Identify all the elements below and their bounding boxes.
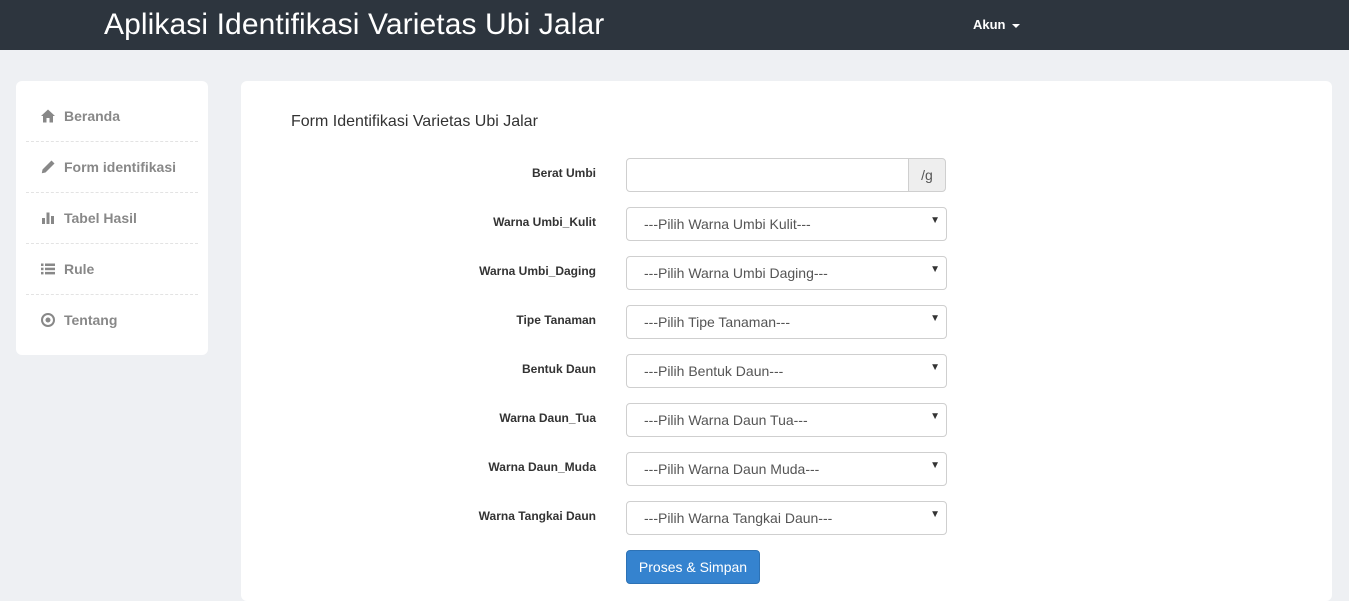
divider <box>26 141 198 142</box>
proses-simpan-button[interactable]: Proses & Simpan <box>626 550 760 584</box>
warna-tangkai-daun-label: Warna Tangkai Daun <box>478 509 596 523</box>
app-title: Aplikasi Identifikasi Varietas Ubi Jalar <box>104 8 605 41</box>
dropdown-arrow-icon: ▼ <box>930 215 940 226</box>
bentuk-daun-select[interactable]: ---Pilih Bentuk Daun--- ▼ <box>626 354 947 388</box>
sidebar-item-rule[interactable]: Rule <box>26 261 198 312</box>
selected-value: ---Pilih Warna Daun Muda--- <box>644 461 820 477</box>
account-label: Akun <box>973 17 1006 32</box>
divider <box>26 294 198 295</box>
pencil-icon <box>41 160 55 174</box>
dropdown-arrow-icon: ▼ <box>930 362 940 373</box>
warna-umbi-kulit-select[interactable]: ---Pilih Warna Umbi Kulit--- ▼ <box>626 207 947 241</box>
warna-daun-muda-select[interactable]: ---Pilih Warna Daun Muda--- ▼ <box>626 452 947 486</box>
record-icon <box>41 313 55 327</box>
berat-umbi-label: Berat Umbi <box>531 166 596 180</box>
selected-value: ---Pilih Tipe Tanaman--- <box>644 314 791 330</box>
dropdown-arrow-icon: ▼ <box>930 460 940 471</box>
selected-value: ---Pilih Warna Tangkai Daun--- <box>644 510 833 526</box>
dropdown-arrow-icon: ▼ <box>930 411 940 422</box>
warna-tangkai-daun-select[interactable]: ---Pilih Warna Tangkai Daun--- ▼ <box>626 501 947 535</box>
home-icon <box>41 109 55 123</box>
warna-umbi-daging-label: Warna Umbi_Daging <box>479 264 596 278</box>
bar-chart-icon <box>42 212 54 224</box>
warna-daun-tua-label: Warna Daun_Tua <box>499 411 596 425</box>
dropdown-arrow-icon: ▼ <box>930 313 940 324</box>
form-title: Form Identifikasi Varietas Ubi Jalar <box>291 113 538 130</box>
warna-umbi-daging-select[interactable]: ---Pilih Warna Umbi Daging--- ▼ <box>626 256 947 290</box>
warna-daun-muda-label: Warna Daun_Muda <box>488 460 596 474</box>
top-navbar: Aplikasi Identifikasi Varietas Ubi Jalar… <box>0 0 1349 50</box>
divider <box>26 243 198 244</box>
account-dropdown[interactable]: Akun <box>973 17 1020 32</box>
dropdown-arrow-icon: ▼ <box>930 509 940 520</box>
sidebar-item-label: Tabel Hasil <box>64 210 137 226</box>
dropdown-arrow-icon: ▼ <box>930 264 940 275</box>
unit-addon: /g <box>908 158 946 192</box>
caret-down-icon <box>1011 23 1020 28</box>
warna-daun-tua-select[interactable]: ---Pilih Warna Daun Tua--- ▼ <box>626 403 947 437</box>
selected-value: ---Pilih Warna Daun Tua--- <box>644 412 808 428</box>
selected-value: ---Pilih Warna Umbi Daging--- <box>644 265 828 281</box>
sidebar-item-label: Tentang <box>64 312 118 328</box>
list-icon <box>41 263 55 275</box>
sidebar-item-tabel-hasil[interactable]: Tabel Hasil <box>26 210 198 261</box>
divider <box>26 192 198 193</box>
berat-umbi-input[interactable] <box>626 158 909 192</box>
tipe-tanaman-select[interactable]: ---Pilih Tipe Tanaman--- ▼ <box>626 305 947 339</box>
selected-value: ---Pilih Warna Umbi Kulit--- <box>644 216 811 232</box>
sidebar: Beranda Form identifikasi Tabel Hasil Ru… <box>16 81 208 355</box>
sidebar-item-label: Form identifikasi <box>64 159 177 175</box>
main-panel: Form Identifikasi Varietas Ubi Jalar Ber… <box>241 81 1332 601</box>
berat-umbi-group: /g <box>626 158 946 192</box>
sidebar-item-form-identifikasi[interactable]: Form identifikasi <box>26 159 198 210</box>
sidebar-item-beranda[interactable]: Beranda <box>26 108 198 159</box>
sidebar-item-label: Rule <box>64 261 95 277</box>
bentuk-daun-label: Bentuk Daun <box>521 362 596 376</box>
selected-value: ---Pilih Bentuk Daun--- <box>644 363 784 379</box>
sidebar-item-label: Beranda <box>64 108 121 124</box>
warna-umbi-kulit-label: Warna Umbi_Kulit <box>493 215 596 229</box>
sidebar-item-tentang[interactable]: Tentang <box>26 312 198 363</box>
tipe-tanaman-label: Tipe Tanaman <box>516 313 596 327</box>
